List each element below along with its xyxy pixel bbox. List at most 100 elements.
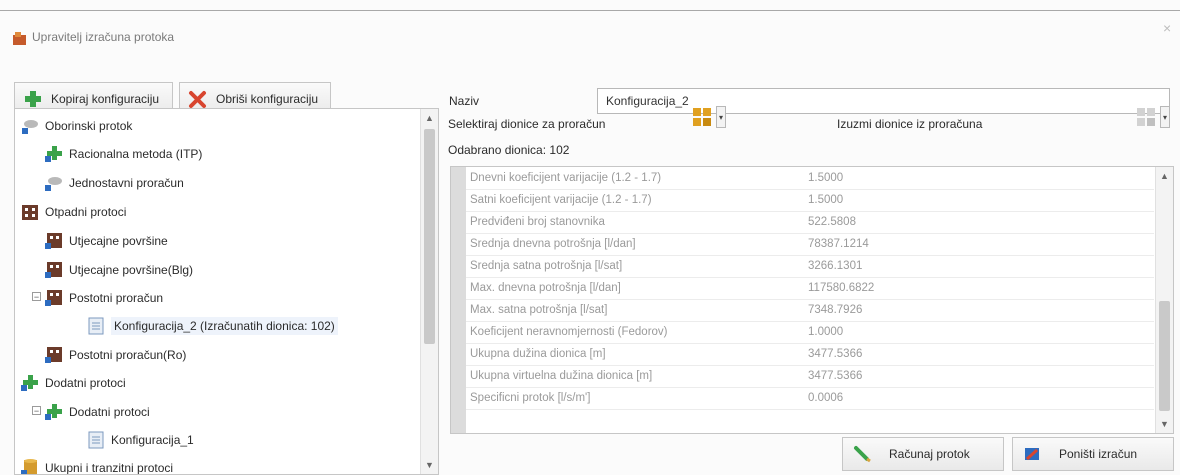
grid-value: 522.5808: [808, 215, 856, 228]
building-icon: [45, 262, 62, 278]
calculation-tree[interactable]: Oborinski protok Racionalna metoda (ITP)…: [14, 108, 439, 475]
tree-item-label: Otpadni protoci: [45, 205, 127, 219]
grid-value: 1.0000: [808, 325, 844, 338]
collapse-icon[interactable]: −: [32, 406, 41, 416]
name-label: Naziv: [449, 94, 480, 108]
grid-row[interactable]: Predviđeni broj stanovnika 522.5808: [466, 211, 1154, 234]
grid-row[interactable]: Srednja dnevna potrošnja [l/dan] 78387.12…: [466, 233, 1154, 256]
compute-flow-button[interactable]: Računaj protok: [842, 437, 1004, 471]
tree-item-postotni-proracun[interactable]: Postotni proračun: [45, 287, 163, 309]
title-bar: [0, 14, 1180, 62]
exclude-sections-dropdown[interactable]: ▾: [1134, 104, 1170, 130]
grid-row[interactable]: Ukupna virtuelna dužina dionica [m] 3477.…: [466, 365, 1154, 388]
grid-row[interactable]: Ukupna dužina dionica [m] 3477.5366: [466, 343, 1154, 366]
reset-calculation-button[interactable]: Poništi izračun: [1012, 437, 1174, 471]
grid-value: 3266.1301: [808, 259, 863, 272]
tree-item-label: Postotni proračun: [69, 291, 164, 305]
plus-icon: [45, 146, 62, 162]
grid-key: Ukupna virtuelna dužina dionica [m]: [470, 369, 653, 382]
window-title: Upravitelj izračuna protoka: [32, 30, 175, 44]
grid-value: 1.5000: [808, 193, 844, 206]
grid-row[interactable]: Max. satna potrošnja [l/sat] 7348.7926: [466, 299, 1154, 322]
tree-item-dodatni-protoci-child[interactable]: Dodatni protoci: [45, 401, 150, 423]
grid-value: 3477.5366: [808, 347, 863, 360]
tree-item-label: Konfiguracija_2 (Izračunatih dionica: 10…: [111, 317, 338, 335]
building-icon: [22, 205, 38, 220]
scroll-up-icon[interactable]: ▲: [1160, 171, 1169, 181]
tree-item-oborinski-protok[interactable]: Oborinski protok: [21, 115, 132, 137]
grid-row-header: [451, 167, 466, 433]
tree-item-ukupni-tranzitni-protoci[interactable]: Ukupni i tranzitni protoci: [21, 457, 174, 475]
grid-row[interactable]: Dnevni koeficijent varijacije (1.2 - 1.7…: [466, 167, 1154, 190]
close-icon[interactable]: ×: [1163, 20, 1171, 36]
building-icon: [45, 290, 62, 306]
grid-key: Srednja satna potrošnja [l/sat]: [470, 259, 623, 272]
grid-row[interactable]: Satni koeficijent varijacije (1.2 - 1.7)…: [466, 189, 1154, 212]
cloud-icon: [22, 120, 38, 134]
plus-icon: [45, 404, 62, 420]
tree-item-label: Oborinski protok: [45, 119, 133, 133]
grid-row[interactable]: Max. dnevna potrošnja [l/dan] 117580.6822: [466, 277, 1154, 300]
tree-item-jednostavni-proracun[interactable]: Jednostavni proračun: [45, 172, 184, 194]
tree-item-racionalna-metoda[interactable]: Racionalna metoda (ITP): [45, 143, 202, 165]
scroll-thumb[interactable]: [424, 129, 435, 344]
tree-item-label: Postotni proračun(Ro): [69, 348, 187, 362]
tree-item-utjecajne-povrsine[interactable]: Utjecajne površine: [45, 230, 168, 252]
tree-item-label: Ukupni i tranzitni protoci: [45, 461, 174, 475]
tree-item-postotni-proracun-ro[interactable]: Postotni proračun(Ro): [45, 344, 186, 366]
grid-row[interactable]: Specificni protok [l/s/m'] 0.0006: [466, 387, 1154, 410]
grid-value: 7348.7926: [808, 303, 863, 316]
chevron-down-icon: ▾: [716, 106, 726, 128]
app-icon: [13, 32, 26, 45]
grid-key: Srednja dnevna potrošnja [l/dan]: [470, 237, 636, 250]
tree-item-dodatni-protoci[interactable]: Dodatni protoci: [21, 372, 126, 394]
tree-item-label: Dodatni protoci: [69, 405, 150, 419]
reset-calculation-label: Poništi izračun: [1059, 447, 1138, 461]
results-grid[interactable]: Dnevni koeficijent varijacije (1.2 - 1.7…: [450, 166, 1174, 434]
exclude-sections-label: Izuzmi dionice iz proračuna: [837, 117, 983, 131]
select-sections-dropdown[interactable]: ▾: [690, 104, 726, 130]
grid-row[interactable]: Srednja satna potrošnja [l/sat] 3266.1301: [466, 255, 1154, 278]
scroll-thumb[interactable]: [1159, 301, 1170, 411]
grid-value: 117580.6822: [808, 281, 875, 294]
tree-item-otpadni-protoci[interactable]: Otpadni protoci: [21, 201, 126, 223]
grid-key: Max. satna potrošnja [l/sat]: [470, 303, 608, 316]
plus-icon: [21, 375, 38, 391]
building-icon: [45, 233, 62, 249]
grid-row[interactable]: Koeficijent neravnomjernosti (Fedorov) 1.…: [466, 321, 1154, 344]
compute-flow-label: Računaj protok: [889, 447, 970, 461]
tree-item-konfiguracija-1[interactable]: Konfiguracija_1: [87, 429, 194, 451]
tree-item-utjecajne-povrsine-blg[interactable]: Utjecajne površine(Blg): [45, 259, 193, 281]
grid-key: Ukupna dužina dionica [m]: [470, 347, 606, 360]
name-input[interactable]: [597, 88, 1170, 114]
tree-item-label: Konfiguracija_1: [111, 433, 194, 447]
pencil-icon: [854, 446, 871, 463]
scroll-down-icon[interactable]: ▼: [1160, 419, 1169, 429]
scroll-up-icon[interactable]: ▲: [425, 113, 434, 123]
tree-item-label: Utjecajne površine: [69, 234, 168, 248]
tree-item-konfiguracija-2[interactable]: Konfiguracija_2 (Izračunatih dionica: 10…: [87, 315, 338, 337]
reset-icon: [1025, 448, 1039, 461]
building-icon: [45, 347, 62, 363]
grid-value: 1.5000: [808, 171, 844, 184]
grid-key: Koeficijent neravnomjernosti (Fedorov): [470, 325, 668, 338]
exclusion-icon: [1137, 108, 1155, 126]
tree-item-label: Utjecajne površine(Blg): [69, 263, 194, 277]
grid-key: Max. dnevna potrošnja [l/dan]: [470, 281, 621, 294]
grid-value: 3477.5366: [808, 369, 863, 382]
tree-scrollbar[interactable]: ▲ ▼: [420, 109, 438, 474]
document-icon: [88, 431, 104, 449]
collapse-icon[interactable]: −: [32, 292, 41, 302]
grid-key: Predviđeni broj stanovnika: [470, 215, 605, 228]
delete-configuration-label: Obriši konfiguraciju: [216, 92, 319, 106]
top-border: [0, 10, 1180, 11]
selection-icon: [693, 108, 711, 126]
tree-item-label: Dodatni protoci: [45, 376, 126, 390]
grid-scrollbar[interactable]: ▲ ▼: [1155, 167, 1173, 433]
delete-icon: [189, 91, 206, 108]
tree-item-label: Jednostavni proračun: [69, 176, 184, 190]
document-icon: [88, 317, 104, 335]
scroll-down-icon[interactable]: ▼: [425, 460, 434, 470]
grid-key: Satni koeficijent varijacije (1.2 - 1.7): [470, 193, 652, 206]
tree-item-label: Racionalna metoda (ITP): [69, 147, 203, 161]
